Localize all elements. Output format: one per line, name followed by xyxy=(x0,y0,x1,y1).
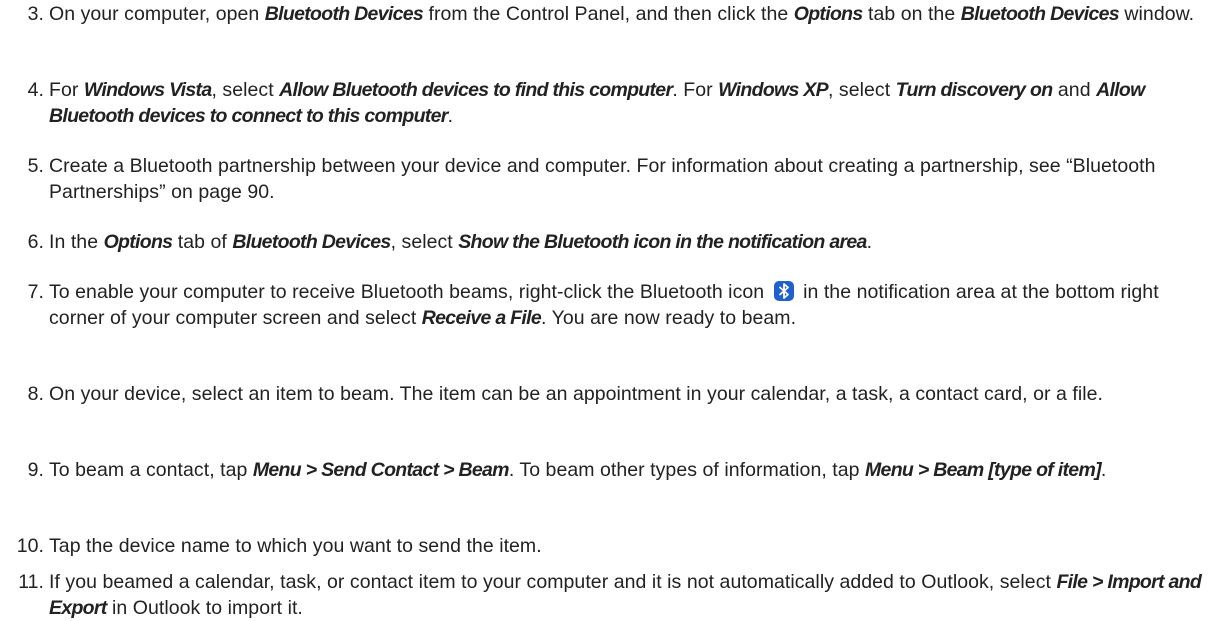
step-text: In the Options tab of Bluetooth Devices,… xyxy=(49,229,1214,255)
text-run: To enable your computer to receive Bluet… xyxy=(49,281,770,303)
step-number: 5. xyxy=(27,155,44,177)
emphasized-text: Allow Bluetooth devices to find this com… xyxy=(279,79,673,101)
text-run: window. xyxy=(1118,3,1195,25)
step-number: 4. xyxy=(27,79,44,101)
text-run: For xyxy=(49,79,84,101)
step-text: Create a Bluetooth partnership between y… xyxy=(49,153,1214,205)
text-run: tab on the xyxy=(862,3,961,25)
text-run: . xyxy=(866,231,873,253)
emphasized-text: Bluetooth Devices xyxy=(960,3,1120,25)
text-run: If you beamed a calendar, task, or conta… xyxy=(49,571,1057,593)
emphasized-text: Bluetooth Devices xyxy=(232,231,391,253)
step-text: Tap the device name to which you want to… xyxy=(49,533,1214,559)
step-text: For Windows Vista, select Allow Bluetoot… xyxy=(49,77,1214,129)
emphasized-text: Windows Vista xyxy=(83,79,212,101)
text-run: and xyxy=(1052,79,1097,101)
document-page: 3. On your computer, open Bluetooth Devi… xyxy=(0,0,1221,619)
emphasized-text: Menu > Beam [type of item] xyxy=(865,459,1102,481)
text-run: . To beam other types of information, ta… xyxy=(508,459,865,481)
emphasized-text: Bluetooth Devices xyxy=(264,3,424,25)
text-run: tab of xyxy=(172,231,233,253)
emphasized-text: Receive a File xyxy=(421,307,542,329)
text-run: To beam a contact, tap xyxy=(49,459,253,481)
step-number: 9. xyxy=(27,459,44,481)
text-run: , select xyxy=(211,79,280,101)
step-text: To enable your computer to receive Bluet… xyxy=(49,279,1214,331)
emphasized-text: Turn discovery on xyxy=(895,79,1053,101)
step-number: 11. xyxy=(18,571,44,593)
text-run: , select xyxy=(827,79,896,101)
text-run: . You are now ready to beam. xyxy=(540,307,797,329)
emphasized-text: Menu > Send Contact > Beam xyxy=(252,459,510,481)
text-run: . xyxy=(447,105,454,127)
emphasized-text: Windows XP xyxy=(718,79,829,101)
step-number: 7. xyxy=(27,281,44,303)
emphasized-text: Options xyxy=(793,3,863,25)
step-text: To beam a contact, tap Menu > Send Conta… xyxy=(49,457,1214,483)
step-text: On your device, select an item to beam. … xyxy=(49,381,1214,407)
text-run: in Outlook to import it. xyxy=(106,597,303,619)
step-number: 3. xyxy=(27,3,44,25)
emphasized-text: Show the Bluetooth icon in the notificat… xyxy=(458,231,867,253)
text-run: , select xyxy=(390,231,459,253)
step-number: 8. xyxy=(27,383,44,405)
emphasized-text: Options xyxy=(103,231,173,253)
text-run: On your computer, open xyxy=(49,3,265,25)
text-run: In the xyxy=(49,231,104,253)
text-run: On your device, select an item to beam. … xyxy=(49,383,1103,405)
step-number: 10. xyxy=(16,535,44,557)
step-text: On your computer, open Bluetooth Devices… xyxy=(49,1,1214,27)
text-run: Create a Bluetooth partnership between y… xyxy=(49,155,1156,203)
text-run: from the Control Panel, and then click t… xyxy=(423,3,794,25)
bluetooth-icon xyxy=(773,280,795,302)
text-run: . xyxy=(1100,459,1107,481)
step-text: If you beamed a calendar, task, or conta… xyxy=(49,569,1214,621)
text-run: . For xyxy=(672,79,719,101)
step-number: 6. xyxy=(27,231,44,253)
text-run: Tap the device name to which you want to… xyxy=(49,535,542,557)
